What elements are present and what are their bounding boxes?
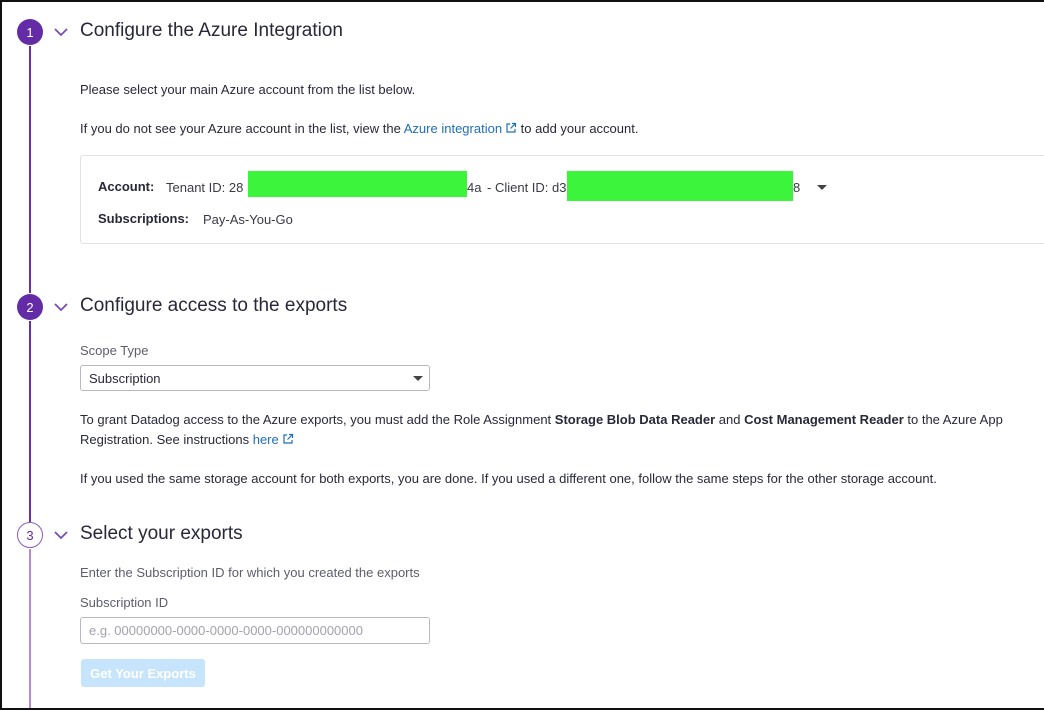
step-2-title[interactable]: Configure access to the exports xyxy=(80,295,347,317)
subscriptions-label: Subscriptions: xyxy=(98,211,190,226)
role-storage-blob: Storage Blob Data Reader xyxy=(554,412,716,427)
grant-and: and xyxy=(718,412,741,427)
azure-integration-link[interactable]: Azure integration xyxy=(404,121,517,136)
stepper-line-1 xyxy=(29,46,31,293)
tenant-id-suffix: 4a xyxy=(467,180,482,195)
missing-prefix: If you do not see your Azure account in … xyxy=(80,121,401,136)
chevron-down-icon[interactable] xyxy=(52,23,70,41)
grant-line2: Registration. See instructions xyxy=(80,432,250,447)
scope-type-value: Subscription xyxy=(89,371,161,386)
chevron-down-icon xyxy=(413,376,423,381)
account-card: Account: Tenant ID: 28 4a - Client ID: d… xyxy=(80,155,1044,244)
grant-access-line-1: To grant Datadog access to the Azure exp… xyxy=(80,412,1003,427)
chevron-down-icon[interactable] xyxy=(52,526,70,544)
get-exports-button[interactable]: Get Your Exports xyxy=(81,659,205,687)
step-1-badge: 1 xyxy=(17,19,43,45)
step-1-missing-account: If you do not see your Azure account in … xyxy=(80,121,638,136)
step-1-title[interactable]: Configure the Azure Integration xyxy=(80,20,343,42)
subscriptions-value: Pay-As-You-Go xyxy=(203,212,293,227)
step-3-badge: 3 xyxy=(17,522,43,548)
scope-type-select[interactable]: Subscription xyxy=(80,365,430,391)
subscription-id-input[interactable] xyxy=(80,617,430,644)
chevron-down-icon[interactable] xyxy=(52,298,70,316)
step-1-intro: Please select your main Azure account fr… xyxy=(80,82,416,97)
subscription-id-label: Subscription ID xyxy=(80,595,169,610)
grant-part1: To grant Datadog access to the Azure exp… xyxy=(80,412,552,427)
same-storage-note: If you used the same storage account for… xyxy=(80,471,937,486)
step-3-title[interactable]: Select your exports xyxy=(80,523,243,545)
missing-suffix: to add your account. xyxy=(520,121,639,136)
redacted-tenant-id xyxy=(248,171,467,197)
account-dropdown-caret-icon[interactable] xyxy=(817,185,827,190)
external-link-icon xyxy=(506,122,517,133)
stepper-line-2 xyxy=(29,321,31,522)
azure-setup-panel: 1 Configure the Azure Integration Please… xyxy=(0,0,1044,710)
grant-access-line-2: Registration. See instructions here xyxy=(80,432,294,447)
redacted-client-id xyxy=(567,171,793,201)
step-3-intro: Enter the Subscription ID for which you … xyxy=(80,565,420,580)
account-label: Account: xyxy=(98,179,155,194)
scope-type-label: Scope Type xyxy=(80,343,149,358)
grant-part2: to the Azure App xyxy=(907,412,1003,427)
role-cost-management: Cost Management Reader xyxy=(744,412,904,427)
client-id-suffix: 8 xyxy=(793,180,801,195)
azure-integration-link-text: Azure integration xyxy=(403,121,503,136)
step-2-badge: 2 xyxy=(17,294,43,320)
instructions-link-text: here xyxy=(252,432,279,447)
stepper-line-3 xyxy=(29,549,31,708)
client-id-prefix: - Client ID: d3 xyxy=(487,180,567,195)
tenant-id-prefix: Tenant ID: 28 xyxy=(166,180,244,195)
instructions-link[interactable]: here xyxy=(253,432,294,447)
external-link-icon xyxy=(283,433,293,444)
